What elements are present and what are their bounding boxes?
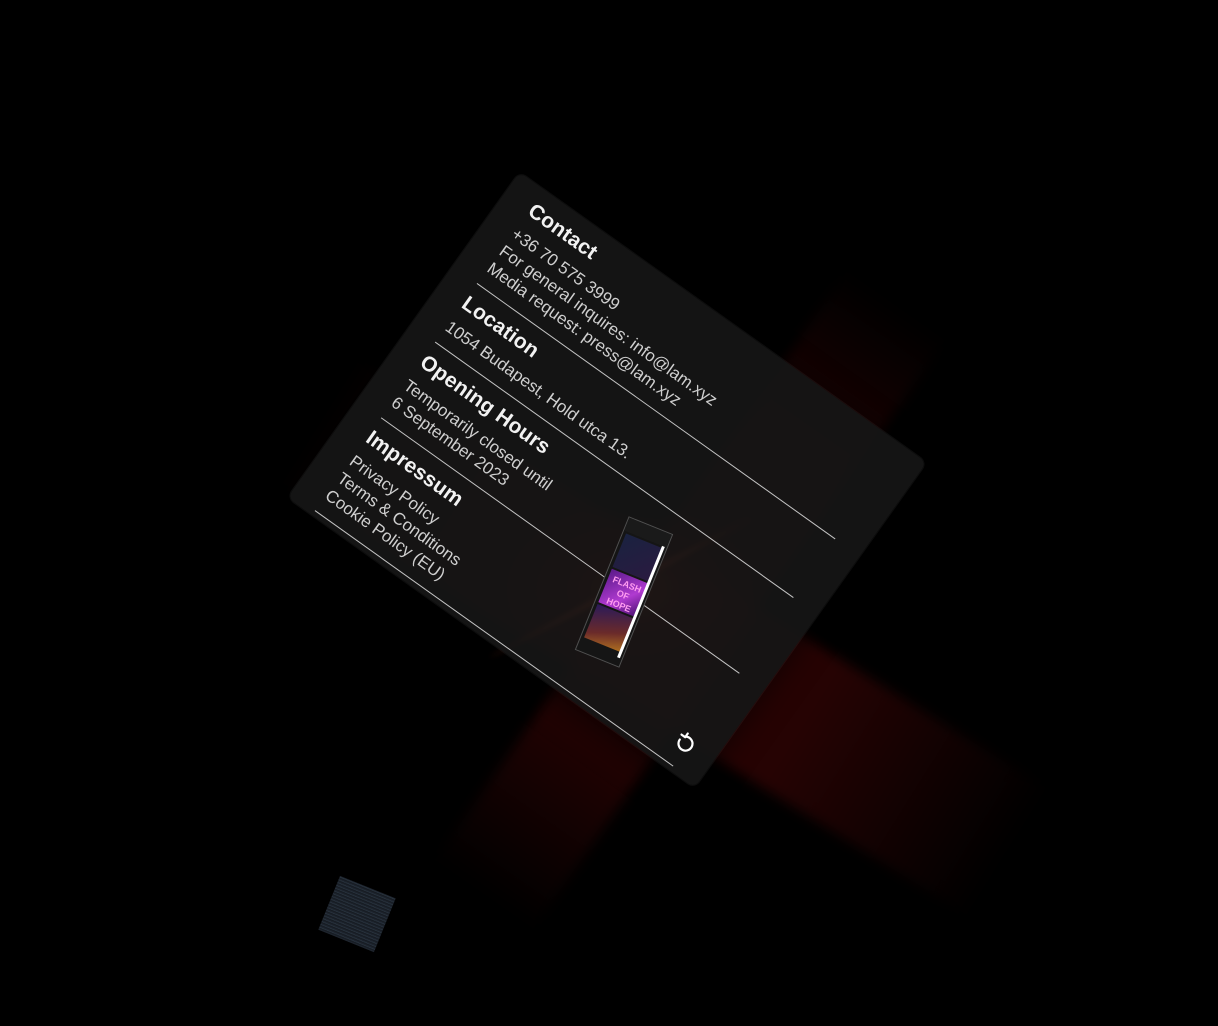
page-canvas: Contact +36 70 575 3999 For general inqu… xyxy=(0,0,1218,1026)
mini-thumbnail[interactable] xyxy=(318,875,396,953)
